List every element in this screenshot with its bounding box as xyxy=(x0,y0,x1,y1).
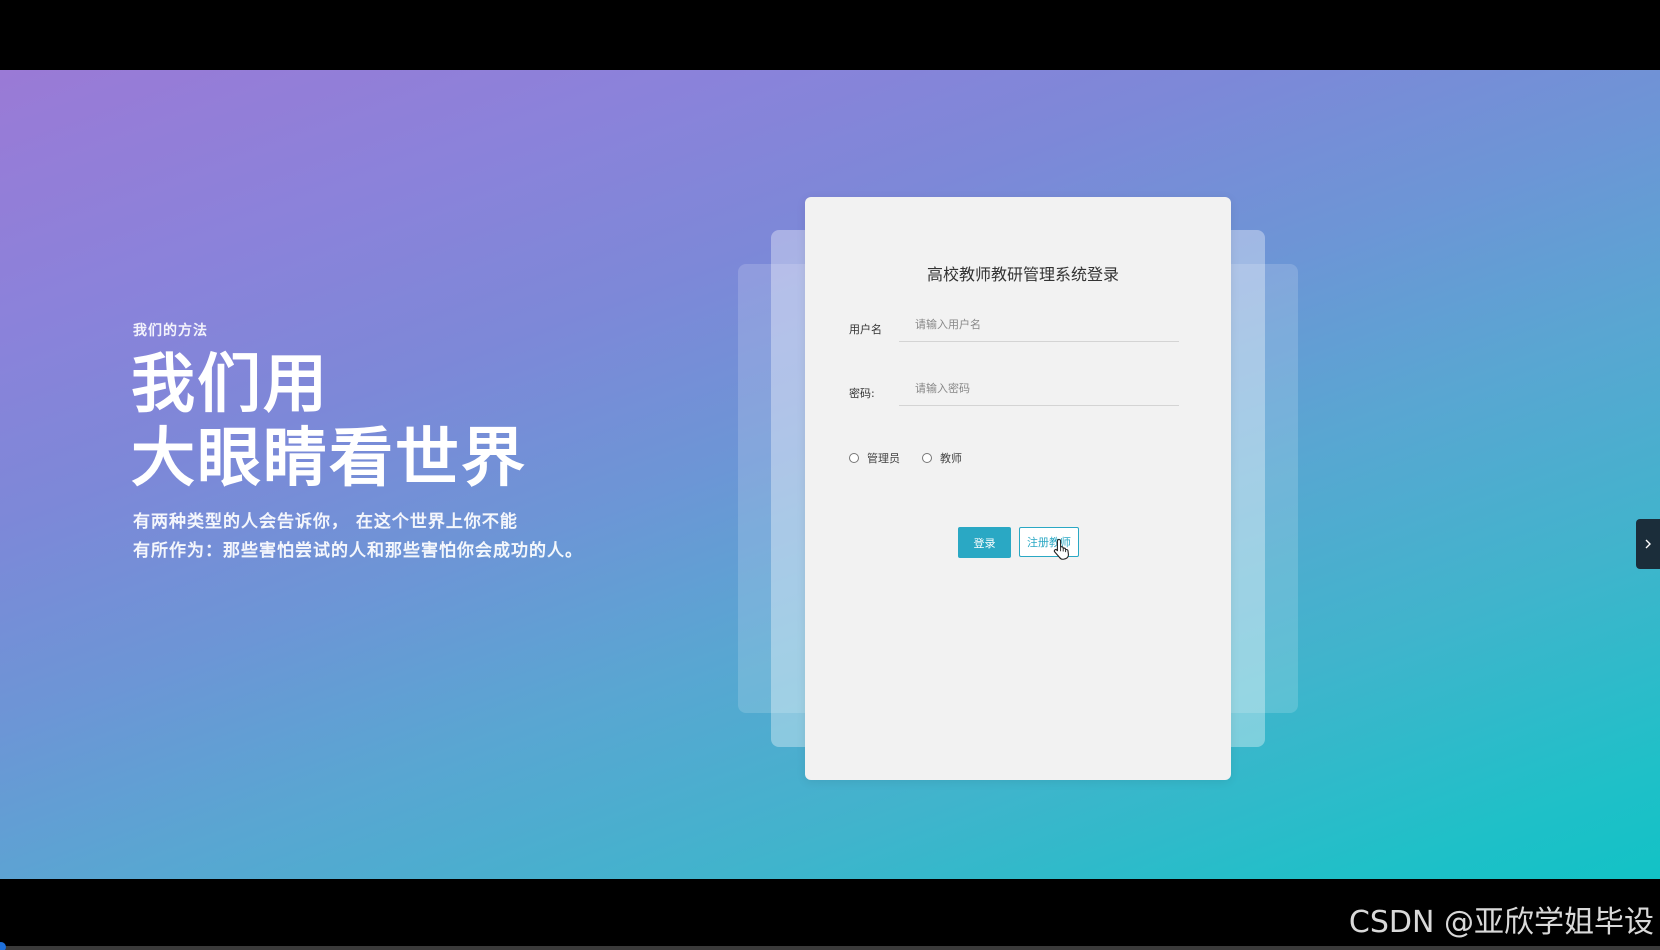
role-label-admin: 管理员 xyxy=(867,452,900,465)
video-progress-handle[interactable] xyxy=(0,942,6,950)
login-title: 高校教师教研管理系统登录 xyxy=(926,265,1119,284)
side-panel-toggle[interactable] xyxy=(1636,519,1660,569)
login-page: 我们的方法 我们用 大眼睛看世界 有两种类型的人会告诉你， 在这个世界上你不能 … xyxy=(0,70,1660,879)
hero-kicker: 我们的方法 xyxy=(133,323,208,339)
hero-title-line2: 大眼睛看世界 xyxy=(131,422,527,496)
hero-desc-line1: 有两种类型的人会告诉你， 在这个世界上你不能 xyxy=(133,512,518,532)
role-option-teacher[interactable]: 教师 xyxy=(922,450,962,466)
password-label: 密码: xyxy=(849,387,875,400)
hero-desc-line2: 有所作为：那些害怕尝试的人和那些害怕你会成功的人。 xyxy=(133,541,583,561)
chevron-right-icon xyxy=(1645,539,1651,549)
username-input[interactable] xyxy=(899,308,1179,342)
radio-admin[interactable] xyxy=(849,453,859,463)
password-input[interactable] xyxy=(899,372,1179,406)
video-frame: 我们的方法 我们用 大眼睛看世界 有两种类型的人会告诉你， 在这个世界上你不能 … xyxy=(0,0,1660,950)
username-label: 用户名 xyxy=(849,323,882,336)
hero-description: 有两种类型的人会告诉你， 在这个世界上你不能 有所作为：那些害怕尝试的人和那些害… xyxy=(133,508,583,566)
login-card: 高校教师教研管理系统登录 用户名 密码: 管理员 教师 登录 注册教师 xyxy=(805,197,1231,780)
watermark-text: CSDN @亚欣学姐毕设 xyxy=(1348,905,1654,940)
role-label-teacher: 教师 xyxy=(940,452,962,465)
login-button[interactable]: 登录 xyxy=(958,527,1011,558)
hand-pointer-icon xyxy=(1053,538,1069,560)
role-selector: 管理员 教师 xyxy=(849,450,984,466)
hero-title: 我们用 大眼睛看世界 xyxy=(131,348,527,496)
video-progress-track[interactable] xyxy=(0,946,1660,950)
hero-title-line1: 我们用 xyxy=(131,348,329,422)
radio-teacher[interactable] xyxy=(922,453,932,463)
role-option-admin[interactable]: 管理员 xyxy=(849,450,900,466)
